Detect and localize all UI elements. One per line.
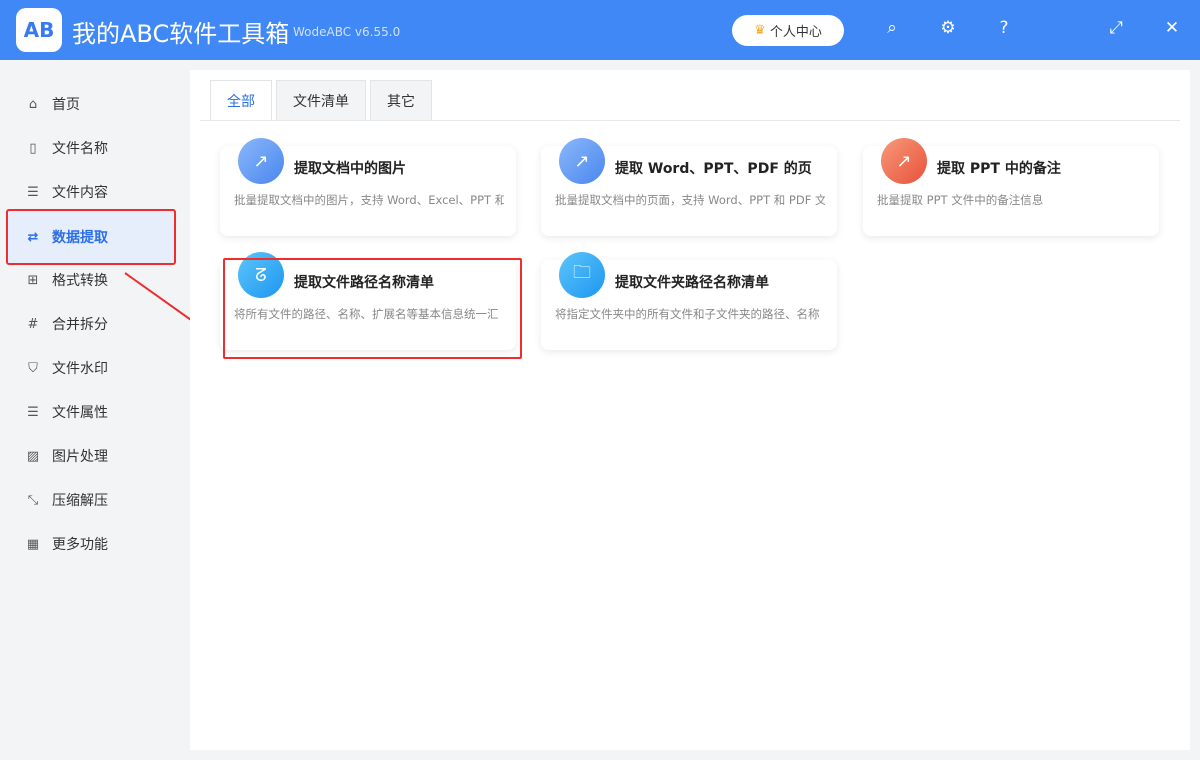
tab-all[interactable]: 全部 [210,80,272,120]
sidebar-item-label: 格式转换 [52,273,108,289]
card-extract-folder-path-list[interactable]: 🗀 提取文件夹路径名称清单 将指定文件夹中的所有文件和子文件夹的路径、名称 [541,252,837,350]
card-extract-ppt-notes[interactable]: ↗ 提取 PPT 中的备注 批量提取 PPT 文件中的备注信息 [863,138,1159,236]
sidebar-item-label: 更多功能 [52,537,108,553]
sidebar-item-more[interactable]: ▦ 更多功能 [8,522,176,566]
card-desc: 批量提取文档中的页面，支持 Word、PPT 和 PDF 文 [555,193,825,207]
card-desc: 批量提取文档中的图片，支持 Word、Excel、PPT 和 [234,193,504,207]
search-icon[interactable]: ⌕ [880,18,904,38]
sidebar-item-label: 数据提取 [52,230,108,246]
maximize-icon[interactable]: ⤢ [1104,18,1128,38]
sidebar-item-label: 合并拆分 [52,317,108,333]
highlight-box-annotation [223,258,522,359]
card-title: 提取文件夹路径名称清单 [615,275,769,291]
title-bar: AB 我的ABC软件工具箱 WodeABC v6.55.0 ♛ 个人中心 ⌕ ⚙ … [0,0,1200,60]
sidebar-item-file-properties[interactable]: ☰ 文件属性 [8,390,176,434]
convert-icon: ⊞ [27,272,39,288]
close-icon[interactable]: ✕ [1160,18,1184,38]
main-panel: 全部 文件清单 其它 ↗ 提取文档中的图片 批量提取文档中的图片，支持 Word… [190,70,1190,750]
sidebar-item-home[interactable]: ⌂ 首页 [8,82,176,126]
tab-other[interactable]: 其它 [370,80,432,120]
sidebar-item-file-content[interactable]: ☰ 文件内容 [8,170,176,214]
sidebar-item-label: 压缩解压 [52,493,108,509]
sidebar-item-label: 文件水印 [52,361,108,377]
sidebar-item-file-name[interactable]: ▯ 文件名称 [8,126,176,170]
sidebar-item-label: 文件名称 [52,141,108,157]
image-icon: ▨ [26,448,40,464]
card-desc: 将指定文件夹中的所有文件和子文件夹的路径、名称 [555,307,820,321]
app-version: WodeABC v6.55.0 [293,25,401,39]
sidebar: ⌂ 首页 ▯ 文件名称 ☰ 文件内容 ⇄ 数据提取 ⊞ 格式转换 # 合并拆分 ⛉ 文件水印 … [0,60,180,760]
sidebar-item-data-extract[interactable]: ⇄ 数据提取 [6,209,176,265]
home-icon: ⌂ [28,96,38,112]
card-title: 提取 PPT 中的备注 [937,161,1061,177]
extract-icon: ⇄ [27,229,39,245]
sidebar-item-label: 文件属性 [52,405,108,421]
sidebar-item-label: 文件内容 [52,185,108,201]
help-icon[interactable]: ? [992,18,1016,38]
list-icon: ☰ [27,184,39,200]
hash-icon: # [27,316,39,332]
file-icon: ▯ [29,140,37,156]
card-title: 提取 Word、PPT、PDF 的页 [615,161,812,177]
list-icon: ☰ [27,404,39,420]
app-logo: AB [16,8,62,52]
crown-icon: ♛ [754,23,766,38]
sidebar-item-label: 图片处理 [52,449,108,465]
grid-icon: ▦ [26,536,40,552]
folder-path-icon: 🗀 [559,252,605,298]
card-desc: 批量提取 PPT 文件中的备注信息 [877,193,1044,207]
ppt-notes-icon: ↗ [881,138,927,184]
tab-bar: 全部 文件清单 其它 [210,80,432,120]
user-center-label: 个人中心 [769,25,822,40]
card-extract-pages[interactable]: ↗ 提取 Word、PPT、PDF 的页 批量提取文档中的页面，支持 Word、… [541,138,837,236]
shield-icon: ⛉ [28,360,38,376]
card-extract-images[interactable]: ↗ 提取文档中的图片 批量提取文档中的图片，支持 Word、Excel、PPT … [220,138,516,236]
sidebar-item-watermark[interactable]: ⛉ 文件水印 [8,346,176,390]
user-center-button[interactable]: ♛ 个人中心 [732,15,844,46]
gear-icon[interactable]: ⚙ [936,18,960,38]
sidebar-item-image[interactable]: ▨ 图片处理 [8,434,176,478]
app-title: 我的ABC软件工具箱 [72,20,290,48]
tab-file-list[interactable]: 文件清单 [276,80,366,120]
card-title: 提取文档中的图片 [294,161,406,177]
compress-icon: ⤡ [27,492,39,508]
sidebar-item-label: 首页 [52,97,80,113]
sidebar-item-compress[interactable]: ⤡ 压缩解压 [8,478,176,522]
page-extract-icon: ↗ [559,138,605,184]
tab-divider [200,120,1180,121]
image-extract-icon: ↗ [238,138,284,184]
